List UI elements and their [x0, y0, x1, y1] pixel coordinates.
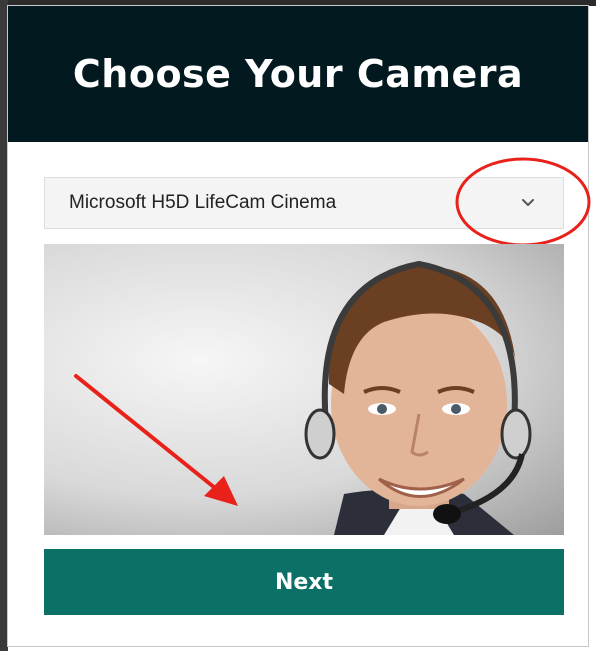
dialog-title: Choose Your Camera: [72, 52, 524, 96]
camera-preview-image: [74, 260, 532, 535]
right-pupil: [451, 404, 461, 414]
chevron-down-icon[interactable]: [519, 194, 537, 212]
headset-right-ear: [500, 408, 532, 460]
headset-left-ear: [304, 408, 336, 460]
camera-select-value: Microsoft H5D LifeCam Cinema: [69, 192, 337, 213]
next-button[interactable]: Next: [44, 549, 564, 615]
annotation-arrow-line: [74, 374, 222, 494]
dialog-header: Choose Your Camera: [8, 6, 588, 142]
headset-mic: [433, 504, 461, 524]
screen: Choose Your Camera Microsoft H5D LifeCam…: [0, 0, 596, 651]
camera-dialog: Choose Your Camera Microsoft H5D LifeCam…: [8, 6, 591, 646]
left-pupil: [377, 404, 387, 414]
annotation-arrow-head: [204, 476, 238, 506]
camera-preview: [44, 244, 564, 535]
window-left-edge: [0, 0, 8, 651]
camera-select[interactable]: Microsoft H5D LifeCam Cinema: [44, 177, 564, 229]
